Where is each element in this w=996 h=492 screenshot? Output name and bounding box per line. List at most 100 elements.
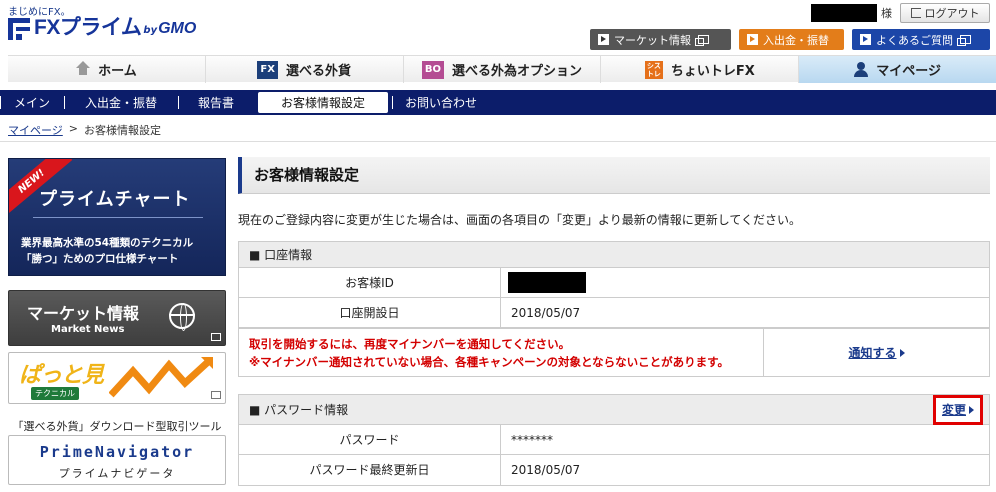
external-window-icon [211,333,221,341]
logo-by-text: by [143,25,158,36]
logo-gmo-text: GMO [158,20,197,37]
site-logo[interactable]: FXプライム by GMO [8,16,196,40]
deposit-transfer-button[interactable]: 入出金・振替 [739,29,844,50]
customer-id-label: お客様ID [239,268,501,297]
arrow-right-icon [747,34,758,45]
sub-nav: メイン 入出金・振替 報告書 お客様情報設定 お問い合わせ [0,90,996,115]
prime-navigator-title: PrimeNavigator [39,443,195,461]
breadcrumb-current: お客様情報設定 [84,124,161,137]
password-change-highlight: 変更 [933,395,983,425]
external-window-icon [211,391,221,399]
page: まじめにFX。 FXプライム by GMO 様 ログアウト マーケット情報 入出… [0,0,996,492]
table-row: パスワード ******* [239,425,989,455]
sub-nav-main[interactable]: メイン [0,90,64,115]
mynumber-warning: 取引を開始するには、再度マイナンバーを通知してください。 ※マイナンバー通知され… [239,329,764,376]
password-info-heading-bar: ■ パスワード情報 変更 [239,395,989,425]
intro-text: 現在のご登録内容に変更が生じた場合は、画面の各項目の「変更」より最新の情報に更新… [238,213,802,227]
mynumber-warning-line1: 取引を開始するには、再度マイナンバーを通知してください。 [249,337,571,351]
password-updated-label: パスワード最終更新日 [239,455,501,485]
nav-tab-choitore[interactable]: シストレ ちょいトレFX [601,56,800,83]
bo-badge-icon: BO [421,60,445,79]
prime-chart-banner[interactable]: NEW! プライムチャート 業界最高水準の54種類のテクニカル 「勝つ」ためのプ… [8,158,226,276]
open-date-value: 2018/05/07 [511,306,581,320]
sub-nav-deposit[interactable]: 入出金・振替 [64,90,178,115]
breadcrumb-divider [0,141,996,142]
faq-label: よくあるご質問 [876,33,953,47]
password-updated-value: 2018/05/07 [511,463,581,477]
patto-mi-technical-banner[interactable]: ぱっと見 テクニカル [8,352,226,404]
sub-nav-label: 報告書 [197,96,234,110]
market-info-button[interactable]: マーケット情報 [590,29,731,50]
account-info-panel: ■ 口座情報 お客様ID 口座開設日 2018/05/07 取引を開始するには、… [238,241,990,377]
patto-mi-title: ぱっと見 [19,363,104,388]
logo-main-text: FXプライム [34,16,142,39]
prime-chart-line2: 「勝つ」ためのプロ仕様チャート [21,253,179,265]
password-info-heading: ■ パスワード情報 [249,403,349,417]
globe-icon [169,303,195,331]
nav-tab-label: ホーム [98,64,137,79]
breadcrumb-separator: > [68,122,78,135]
logout-button[interactable]: ログアウト [900,3,990,23]
home-icon [76,60,91,76]
logout-icon [910,8,921,18]
sub-nav-reports[interactable]: 報告書 [178,90,254,115]
triangle-right-icon [899,348,905,357]
prime-navigator-banner[interactable]: PrimeNavigator プライムナビゲータ [8,435,226,485]
nav-tab-home[interactable]: ホーム [8,56,206,83]
password-info-panel: ■ パスワード情報 変更 パスワード ******* パスワード最終更新日 20… [238,394,990,486]
sub-nav-label: お客様情報設定 [280,96,365,110]
patto-mi-subtitle: テクニカル [31,387,79,400]
prime-chart-line1: 業界最高水準の54種類のテクニカル [21,237,194,249]
mynumber-warning-line2: ※マイナンバー通知されていない場合、各種キャンペーンの対象とならないことがありま… [249,355,730,369]
password-value: ******* [511,433,553,447]
breadcrumb: マイページ > お客様情報設定 [8,122,161,138]
mynumber-warning-row: 取引を開始するには、再度マイナンバーを通知してください。 ※マイナンバー通知され… [239,328,989,376]
zigzag-arrow-icon [109,357,213,398]
table-row: 口座開設日 2018/05/07 [239,298,989,328]
nav-tab-label: 選べる外貨 [285,64,351,79]
sub-nav-customer-settings[interactable]: お客様情報設定 [258,92,388,113]
logo-mark-icon [8,18,30,40]
external-window-icon [695,35,709,46]
notify-link[interactable]: 通知する [848,344,905,361]
external-window-icon [957,35,971,46]
fx-badge-icon: FX [257,60,278,79]
sub-nav-label: 入出金・振替 [84,96,157,110]
sub-nav-contact[interactable]: お問い合わせ [392,90,490,115]
prime-navigator-subtitle: プライムナビゲータ [58,467,176,480]
account-info-heading: ■ 口座情報 [239,242,989,268]
open-date-label: 口座開設日 [239,298,501,327]
notify-link-label: 通知する [848,346,897,360]
notify-cell: 通知する [764,329,989,376]
market-news-subtitle: Market News [51,324,125,335]
banner-divider [33,217,203,218]
logout-label: ログアウト [924,7,980,20]
sub-nav-label: お問い合わせ [404,96,477,110]
password-change-link[interactable]: 変更 [942,395,974,425]
triangle-right-icon [969,406,974,414]
breadcrumb-mypage-link[interactable]: マイページ [8,122,63,138]
user-name-redacted [811,4,877,22]
nav-tab-fx[interactable]: FX 選べる外貨 [206,56,404,83]
market-news-title: マーケット情報 [27,304,140,323]
nav-tab-bo[interactable]: BO 選べる外為オプション [404,56,602,83]
nav-tab-mypage[interactable]: マイページ [799,56,996,83]
arrow-right-icon [860,34,871,45]
faq-button[interactable]: よくあるご質問 [852,29,990,50]
user-suffix: 様 [881,7,892,20]
person-icon [854,62,869,77]
prime-chart-title: プライムチャート [39,189,191,210]
change-link-label: 変更 [941,403,966,417]
main-nav: ホーム FX 選べる外貨 BO 選べる外為オプション シストレ ちょいトレFX … [8,55,996,83]
market-info-label: マーケット情報 [614,33,691,47]
deposit-transfer-label: 入出金・振替 [763,33,829,47]
table-row: お客様ID [239,268,989,298]
download-tool-caption: 「選べる外貨」ダウンロード型取引ツール [12,420,222,433]
customer-id-redacted [508,272,586,293]
systre-badge-icon: シストレ [644,60,663,79]
nav-tab-label: マイページ [876,64,941,79]
nav-tab-label: 選べる外為オプション [452,64,583,79]
market-news-banner[interactable]: マーケット情報 Market News [8,290,226,346]
password-label: パスワード [239,425,501,454]
page-title: お客様情報設定 [238,157,990,194]
